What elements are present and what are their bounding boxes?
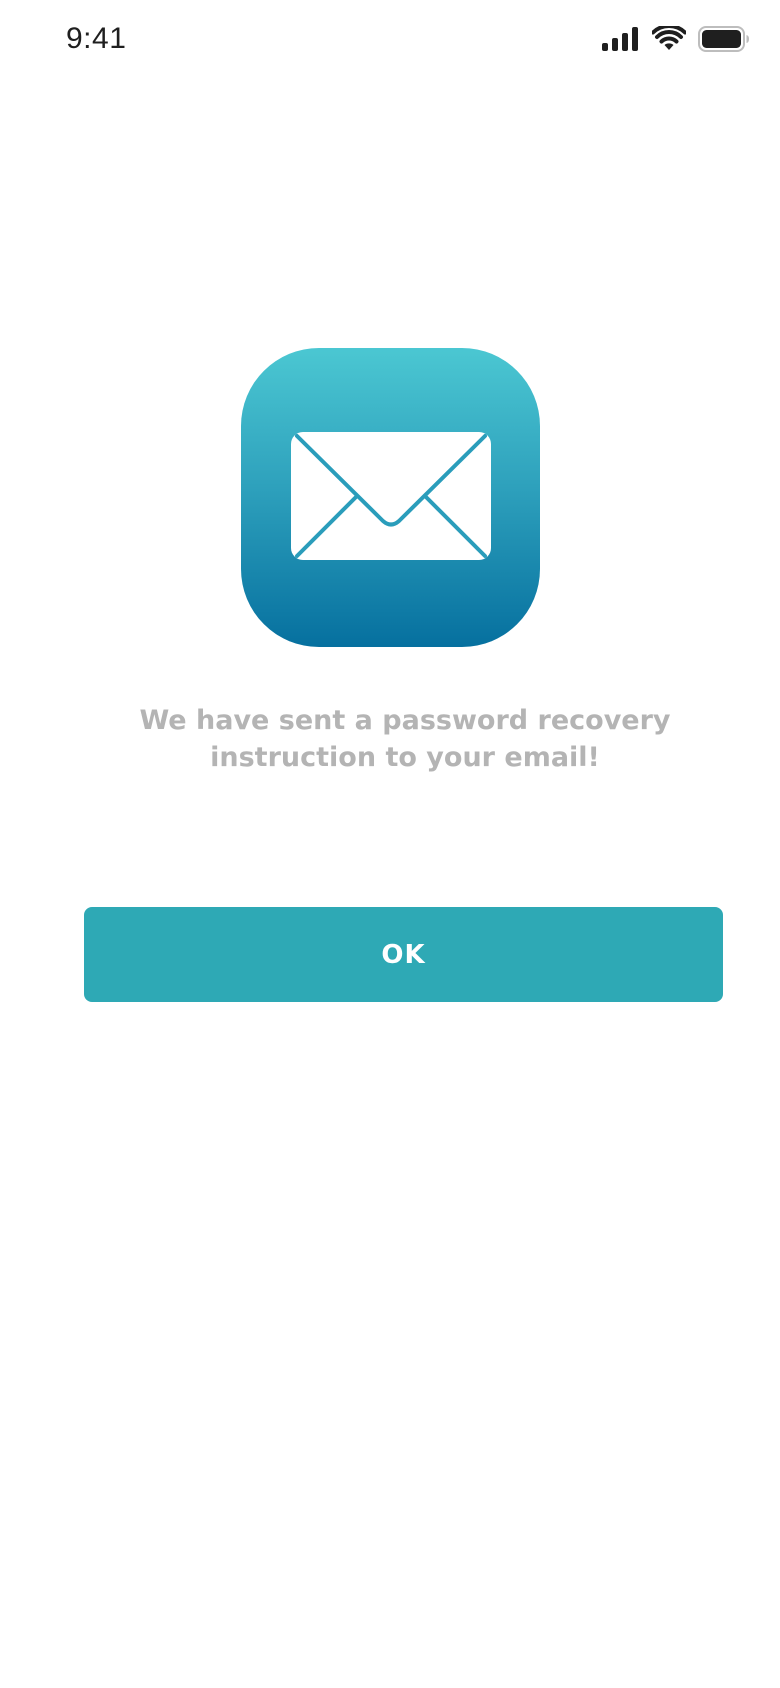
wifi-icon <box>651 24 687 56</box>
mail-icon <box>290 431 491 564</box>
battery-icon <box>698 26 750 56</box>
recovery-message: We have sent a password recovery instruc… <box>139 705 671 773</box>
mail-app-icon <box>241 348 540 647</box>
status-time: 9:41 <box>66 22 127 55</box>
cellular-signal-icon <box>602 27 640 55</box>
status-icons <box>602 24 750 56</box>
status-bar: 9:41 <box>0 0 780 80</box>
ok-button[interactable]: OK <box>84 907 723 1002</box>
